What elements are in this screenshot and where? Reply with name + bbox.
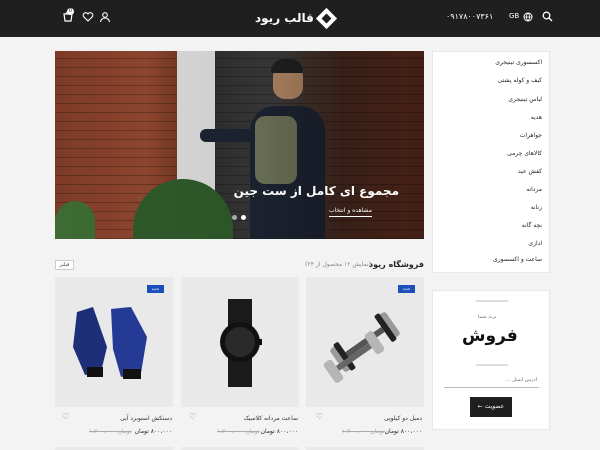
language-selector[interactable]: GB (509, 12, 519, 20)
category-item[interactable]: کیف و کوله پشتی (498, 77, 542, 84)
product-price: ۸۰۰،۰۰۰ تومان (134, 428, 172, 435)
subscribe-button[interactable]: عضویت ← (470, 397, 512, 417)
wishlist-heart-icon[interactable]: ♡ (189, 413, 197, 421)
result-count: (نمایش ۱۲ محصول از ۲۴) (305, 261, 371, 268)
product-image-gloves[interactable] (55, 277, 173, 407)
cart-count-badge: 0 (67, 8, 74, 15)
shop-title: فروشگاه ریود (369, 260, 424, 269)
category-item[interactable]: کفش عید (518, 168, 542, 175)
product-name[interactable]: دمبل دو کیلویی (384, 415, 422, 422)
product-old-price: ۱،۲۰۰،۰۰۰ تومان (217, 428, 260, 435)
new-badge: جدید (147, 285, 164, 293)
newsletter-brand-label: برند شما (478, 314, 497, 320)
phone-number[interactable]: ۰۹۱۷۸۰۰۷۳۶۱ (446, 12, 493, 21)
globe-icon[interactable] (520, 11, 536, 27)
product-name[interactable]: ساعت مردانه کلاسیک (243, 415, 298, 422)
subscribe-label: عضویت (484, 403, 505, 410)
category-item[interactable]: لباس تینیجری (508, 96, 542, 103)
category-item[interactable]: زنانه (531, 204, 542, 211)
wishlist-heart-icon[interactable]: ♡ (62, 413, 70, 421)
category-item[interactable]: هدیه (531, 114, 542, 121)
logo-text: قالب ریود (255, 11, 314, 25)
site-logo[interactable]: قالب ریود (255, 7, 337, 29)
new-badge: جدید (398, 285, 415, 293)
category-item[interactable]: مردانه (526, 186, 542, 193)
product-price: ۸۰۰،۰۰۰ تومان (384, 428, 422, 435)
category-item[interactable]: اکسسوری تینیجری (495, 59, 542, 66)
product-old-price: ۱،۲۰۰،۰۰۰ تومان (89, 428, 132, 435)
search-icon[interactable] (539, 11, 555, 27)
product-price: ۸۰۰،۰۰۰ تومان (260, 428, 298, 435)
dumbbell-icon (323, 312, 400, 383)
category-item[interactable]: ساعت و اکسسوری (493, 256, 542, 263)
arrow-left-icon: ← (477, 403, 483, 410)
watch-icon (220, 299, 262, 387)
slider-dot-2[interactable] (241, 215, 246, 220)
wishlist-heart-icon[interactable]: ♡ (316, 413, 324, 421)
slider-dot-1[interactable] (232, 215, 237, 220)
top-header: 0 قالب ریود ۰۹۱۷۸۰۰۷۳۶۱ GB (0, 0, 600, 37)
category-item[interactable]: جواهرات (520, 132, 542, 139)
product-name[interactable]: دستکش اسنوبرد آبی (120, 415, 172, 422)
gloves-icon (73, 307, 147, 379)
user-icon[interactable] (97, 11, 113, 27)
category-item[interactable]: کالاهای چرمی (507, 150, 542, 157)
email-field[interactable] (444, 372, 539, 388)
category-item[interactable]: اداری (528, 240, 542, 247)
category-item[interactable]: بچه گانه (522, 222, 542, 229)
logo-mark-icon (315, 7, 337, 29)
product-image-watch[interactable] (181, 277, 299, 407)
product-image-dumbbell[interactable] (306, 277, 424, 407)
filter-button[interactable]: فیلتر (55, 260, 74, 270)
hero-title: مجموع ای کامل از ست جین (233, 184, 399, 198)
hero-cta-link[interactable]: مشاهده و انتخاب (328, 207, 372, 217)
newsletter-headline: فروش (462, 326, 518, 346)
heart-icon[interactable] (80, 11, 96, 27)
product-old-price: ۱،۲۰۰،۰۰۰ تومان (342, 428, 385, 435)
